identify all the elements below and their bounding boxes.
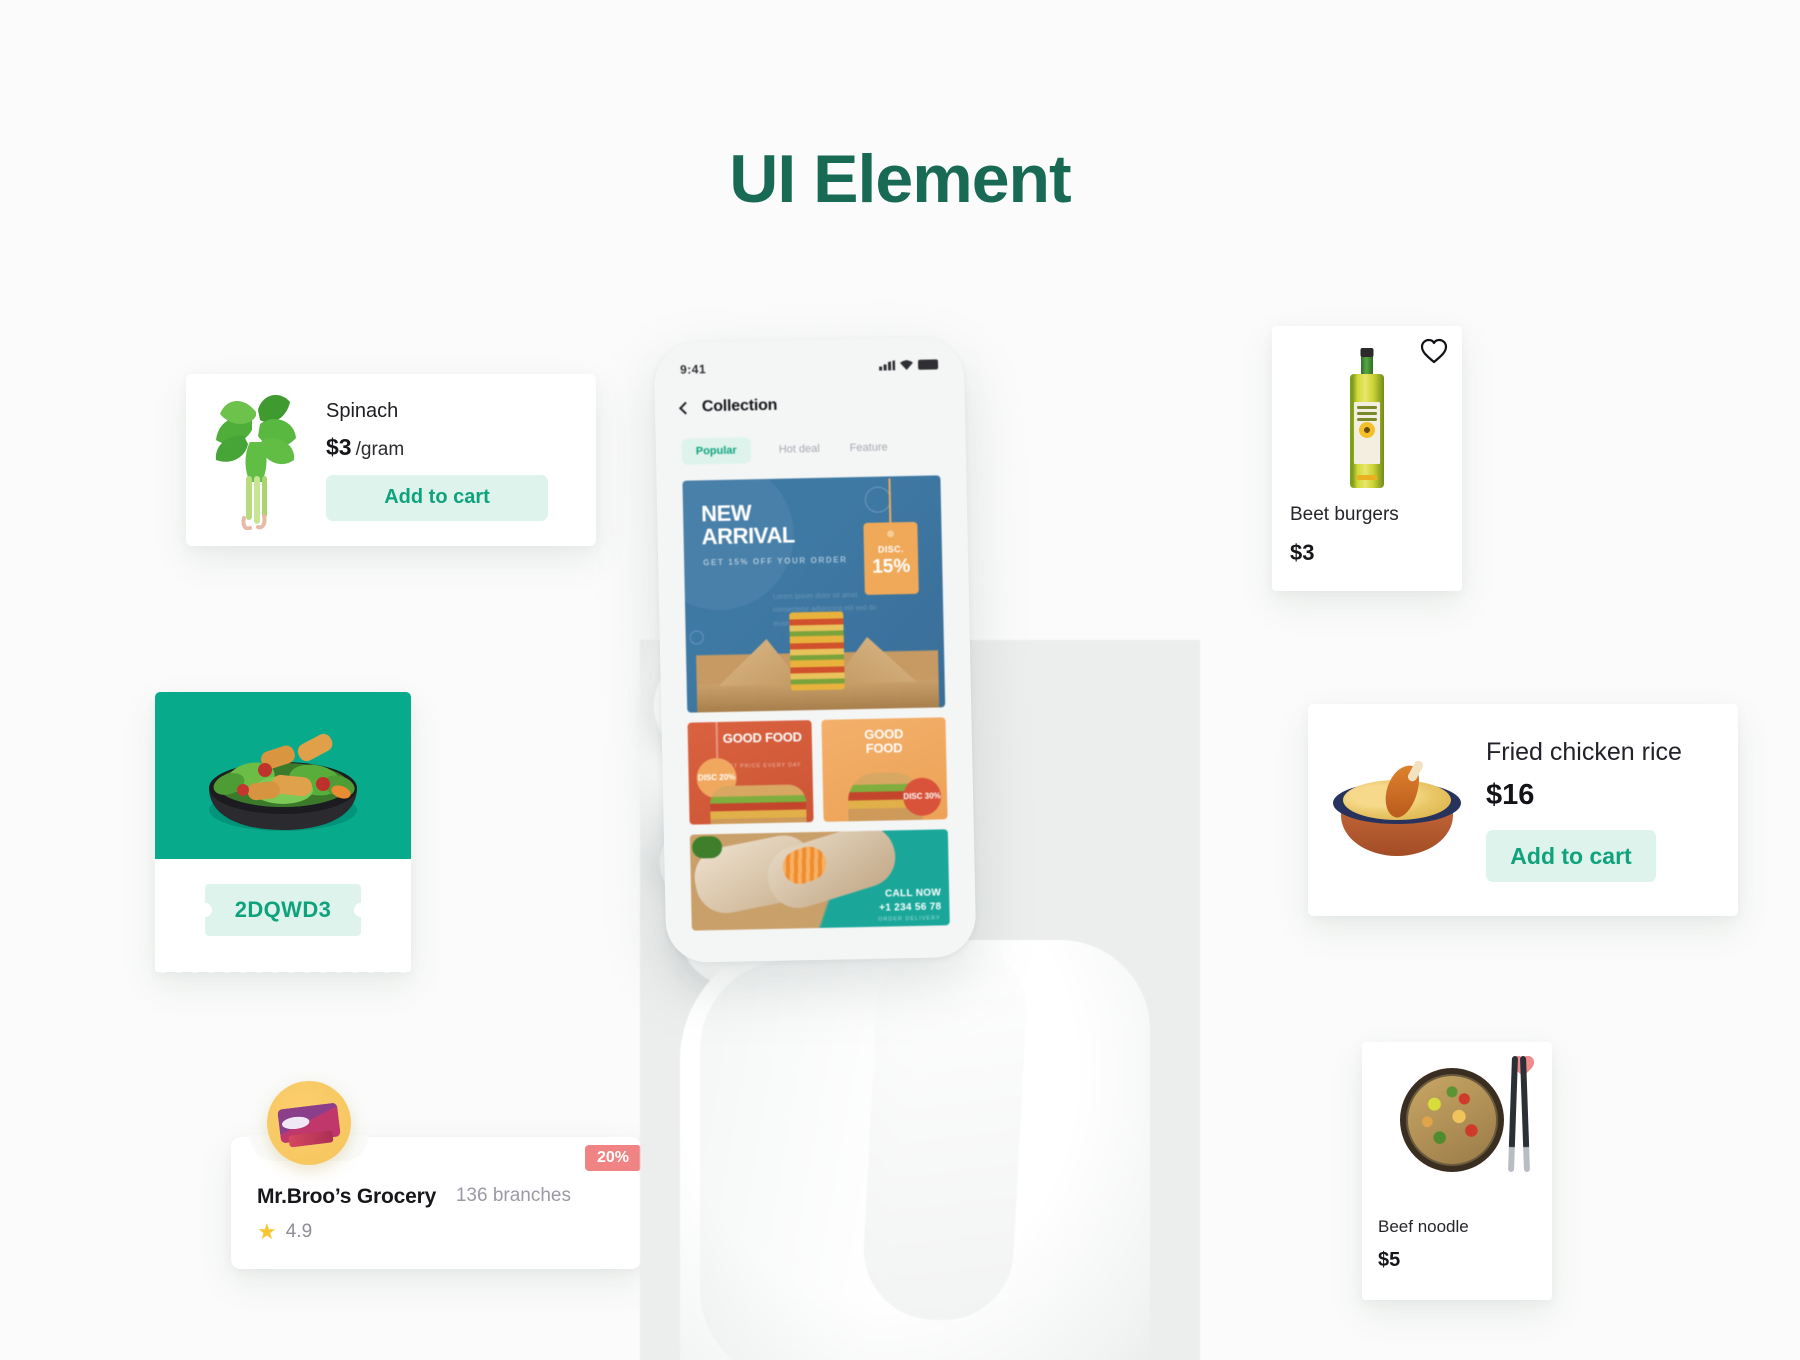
- rice-bowl-icon: [1333, 759, 1461, 856]
- banner-new-arrival[interactable]: NEW ARRIVAL GET 15% OFF YOUR ORDER Lorem…: [682, 475, 946, 713]
- product-card-beef-noodle[interactable]: Beef noodle $5: [1362, 1042, 1552, 1300]
- page-title: UI Element: [729, 141, 1071, 217]
- store-branches: 136 branches: [455, 1185, 571, 1206]
- noodle-bowl-icon: [1400, 1068, 1504, 1172]
- mini-banner-good-food-2[interactable]: GOOD FOOD DISC 30%: [821, 717, 948, 822]
- call-banner-text: CALL NOW +1 234 56 78: [879, 886, 942, 914]
- product-unit: /gram: [355, 438, 405, 460]
- beef-noodle-image: [1362, 1042, 1552, 1217]
- product-price-row: $3/gram: [326, 434, 580, 461]
- product-name: Beet burgers: [1290, 504, 1399, 525]
- mini-banner-discount: DISC 30%: [902, 777, 942, 817]
- phone-screen: 9:41 Collection Popular Hot deal Feature: [654, 337, 977, 963]
- nav-bar: Collection: [670, 371, 949, 417]
- discount-tag-value: 15%: [872, 555, 911, 578]
- discount-tag-label: DISC.: [877, 544, 905, 555]
- product-card-spinach[interactable]: Spinach $3/gram Add to cart: [186, 374, 596, 546]
- product-name: Spinach: [326, 399, 399, 422]
- product-card-beet-burgers[interactable]: Beet burgers $3: [1272, 326, 1462, 591]
- beet-burgers-image: [1272, 326, 1462, 504]
- product-price: $3: [326, 433, 352, 460]
- star-icon: ★: [257, 1219, 277, 1244]
- coupon-scallop-edge: [155, 966, 411, 980]
- banner-subtitle: GET 15% OFF YOUR ORDER: [703, 555, 848, 568]
- promo-list: NEW ARRIVAL GET 15% OFF YOUR ORDER Lorem…: [672, 459, 960, 931]
- coupon-code-area: 2DQWD3: [155, 859, 411, 980]
- product-price: $16: [1486, 779, 1535, 811]
- product-name: Fried chicken rice: [1486, 738, 1682, 766]
- store-info: Mr.Broo’s Grocery 136 branches ★ 4.9: [231, 1137, 641, 1269]
- heart-outline-icon: [1420, 338, 1448, 364]
- banner-call-now[interactable]: CALL NOW +1 234 56 78 ORDER DELIVERY: [689, 829, 950, 931]
- mini-banner-title: GOOD FOOD: [864, 726, 904, 756]
- discount-tag: DISC. 15%: [863, 521, 919, 595]
- sandwich-image: [710, 784, 808, 825]
- store-rating: ★ 4.9: [257, 1221, 619, 1243]
- spinach-bunch-icon: [215, 395, 296, 530]
- battery-icon: [917, 359, 939, 370]
- banner-title-line2: ARRIVAL: [701, 522, 796, 550]
- call-banner-line1: CALL NOW: [884, 887, 942, 900]
- ui-element-showcase: UI Element Spinach $3 /gram Add to cart …: [0, 0, 1800, 1360]
- rating-value: 4.9: [285, 1221, 313, 1242]
- coupon-image: [155, 692, 411, 859]
- banner-title: NEW ARRIVAL: [701, 500, 795, 549]
- call-banner-line2: +1 234 56 78: [879, 900, 942, 914]
- call-banner-sub: ORDER DELIVERY: [878, 915, 941, 923]
- chopsticks-icon: [1507, 1055, 1534, 1173]
- chevron-left-icon[interactable]: [679, 401, 692, 415]
- nav-title: Collection: [701, 396, 778, 416]
- fried-chicken-rice-image: [1308, 704, 1486, 916]
- tab-feature[interactable]: Feature: [847, 434, 889, 461]
- favorite-button[interactable]: [1420, 338, 1448, 366]
- banner-title-line1: NEW: [700, 500, 752, 527]
- product-name: Beef noodle: [1378, 1217, 1469, 1236]
- tab-popular[interactable]: Popular: [681, 437, 752, 465]
- olive-oil-bottle-icon: [1350, 348, 1384, 488]
- status-time: 9:41: [679, 362, 707, 377]
- spinach-info: Spinach $3/gram Add to cart: [326, 400, 596, 521]
- mini-banner-title: GOOD FOOD: [722, 729, 802, 746]
- product-card-fried-chicken-rice[interactable]: Fried chicken rice $16 Add to cart: [1308, 704, 1738, 916]
- product-price: $5: [1378, 1249, 1401, 1271]
- coupon-code[interactable]: 2DQWD3: [204, 884, 362, 936]
- phone-mockup-scene: 9:41 Collection Popular Hot deal Feature: [640, 336, 1200, 1360]
- mini-banner-row: GOOD FOOD BEST PRICE EVERY DAY DISC 20% …: [687, 717, 948, 825]
- banner-food-image: [695, 611, 940, 713]
- store-card-grocery[interactable]: 20% Mr.Broo’s Grocery 136 branches ★ 4.9: [231, 1081, 641, 1269]
- signal-icon: [879, 360, 895, 370]
- fried-info: Fried chicken rice $16 Add to cart: [1486, 738, 1738, 882]
- chicken-salad-icon: [209, 733, 357, 831]
- spinach-image: [186, 374, 326, 546]
- mini-banner-good-food-1[interactable]: GOOD FOOD BEST PRICE EVERY DAY DISC 20%: [687, 720, 814, 825]
- status-icons: [879, 359, 939, 370]
- phone-device[interactable]: 9:41 Collection Popular Hot deal Feature: [653, 336, 977, 964]
- tab-bar: Popular Hot deal Feature: [671, 411, 950, 465]
- tab-hot-deal[interactable]: Hot deal: [776, 436, 822, 463]
- wifi-icon: [900, 360, 913, 370]
- add-to-cart-button[interactable]: Add to cart: [1486, 830, 1656, 882]
- product-price: $3: [1290, 540, 1315, 565]
- coupon-card[interactable]: 2DQWD3: [155, 692, 411, 980]
- add-to-cart-button[interactable]: Add to cart: [326, 474, 548, 521]
